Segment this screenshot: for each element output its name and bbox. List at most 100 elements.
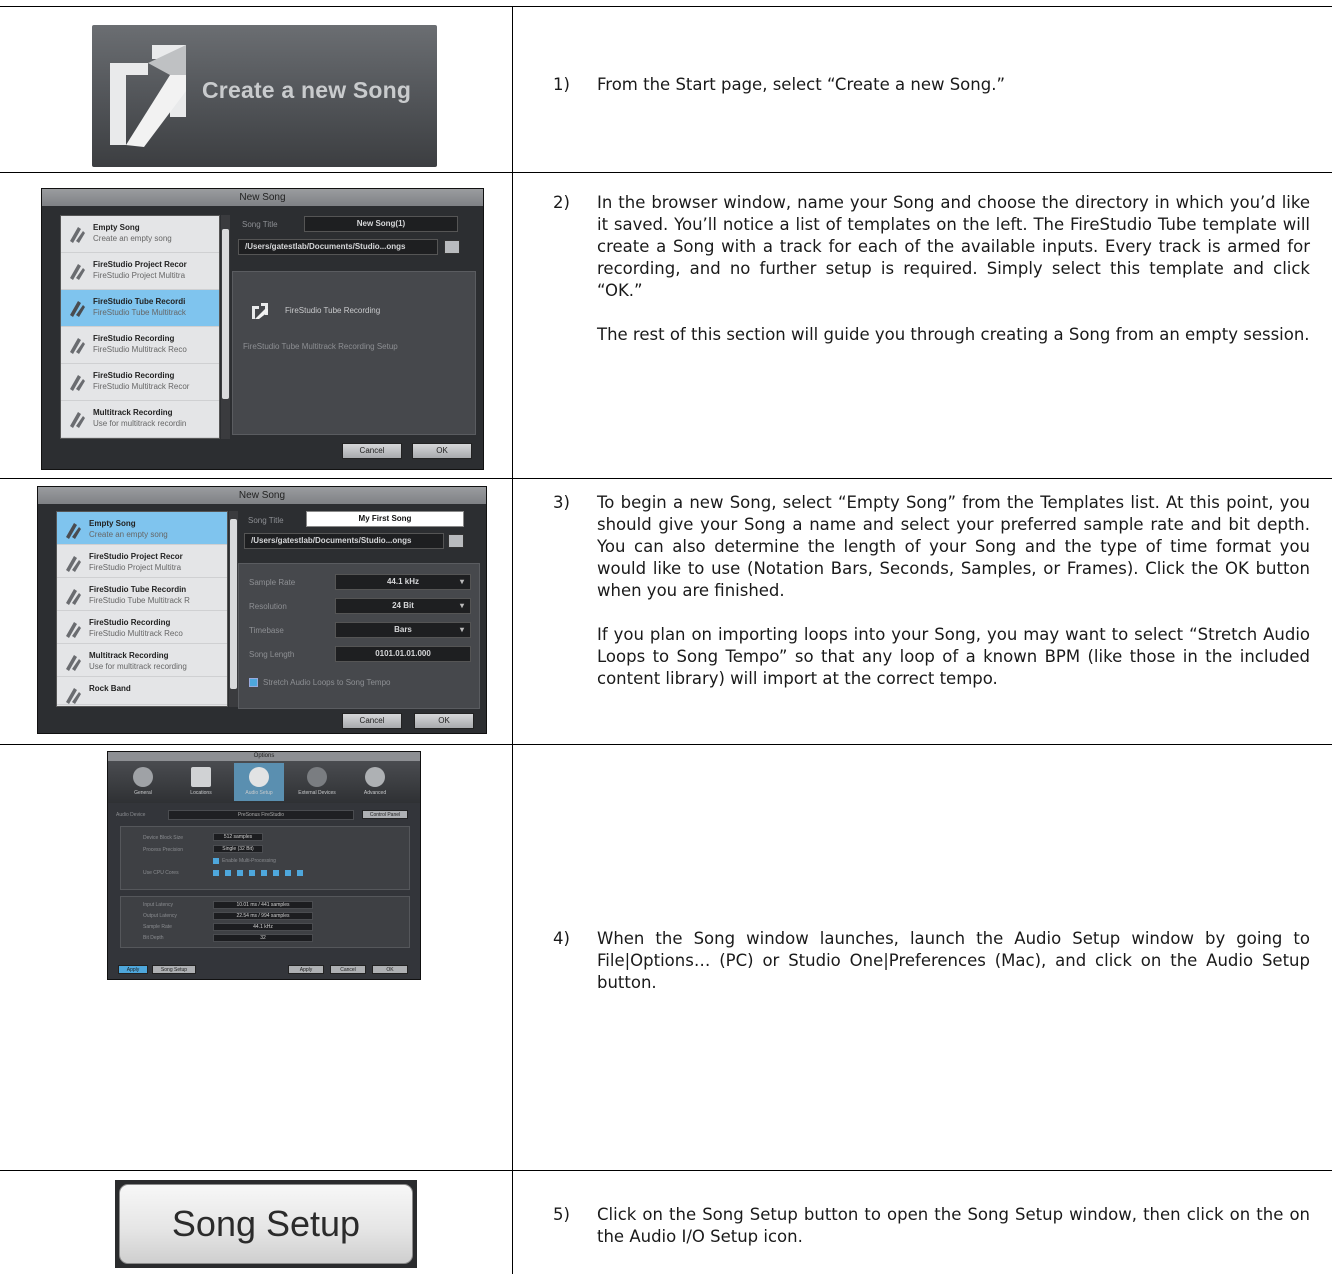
template-icon: [66, 556, 81, 572]
new-song-dialog: New Song Empty Song Create an empty song …: [37, 486, 487, 734]
template-item[interactable]: FireStudio Recording FireStudio Multitrac…: [57, 611, 227, 644]
table-row: Options General Locations Audio Setup Ex…: [0, 744, 1332, 1170]
song-settings-panel: Sample Rate 44.1 kHz ▾ Resolution 24 Bit ▾…: [238, 563, 480, 709]
template-list: Empty Song Create an empty song FireStudi…: [56, 511, 228, 707]
template-icon: [70, 375, 85, 391]
device-select[interactable]: PreSonus FireStudio: [168, 810, 354, 820]
template-description: FireStudio Tube Multitrack Recording Set…: [243, 342, 398, 351]
cpu-core-checkbox[interactable]: [273, 870, 279, 876]
device-icon: [307, 767, 327, 787]
template-item[interactable]: FireStudio Recording FireStudio Multitrac…: [61, 327, 219, 364]
step-number: 3): [553, 493, 570, 512]
list-scrollbar[interactable]: [229, 511, 238, 707]
song-setup-label: Song Setup: [171, 1203, 361, 1244]
step-paragraph: When the Song window launches, launch th…: [597, 929, 1310, 992]
template-item-selected[interactable]: Empty Song Create an empty song: [57, 512, 227, 545]
browse-button[interactable]: [448, 534, 464, 548]
cpu-core-checkbox[interactable]: [297, 870, 303, 876]
locations-tab[interactable]: Locations: [176, 763, 226, 801]
stretch-checkbox[interactable]: [249, 678, 258, 687]
device-label: Audio Device: [116, 812, 146, 818]
step-number: 4): [553, 929, 570, 948]
speaker-icon: [249, 767, 269, 787]
song-setup-small-button[interactable]: Song Setup: [152, 965, 196, 974]
latency-section: Input Latency 10.01 ms / 441 samples Out…: [120, 896, 410, 948]
template-item[interactable]: Multitrack Recording Use for multitrack r…: [57, 644, 227, 677]
song-title-input[interactable]: New Song(1): [304, 216, 458, 232]
song-title-label: Song Title: [242, 220, 278, 229]
chevron-down-icon: ▾: [459, 625, 464, 634]
step-number: 5): [553, 1205, 570, 1224]
step-text: 1) From the Start page, select “Create a…: [553, 74, 1310, 96]
gauge-icon: [133, 767, 153, 787]
template-icon: [66, 655, 81, 671]
path-field[interactable]: /Users/gatestlab/Documents/Studio...ongs: [244, 533, 444, 549]
template-item[interactable]: FireStudio Project Recor FireStudio Proje…: [57, 545, 227, 578]
ok-button[interactable]: OK: [414, 713, 474, 729]
song-length-label: Song Length: [249, 650, 295, 659]
stretch-label: Stretch Audio Loops to Song Tempo: [263, 678, 391, 687]
browse-button[interactable]: [444, 240, 460, 254]
template-icon: [66, 589, 81, 605]
template-item[interactable]: FireStudio Tube Recordin FireStudio Tube …: [57, 578, 227, 611]
table-row: New Song Empty Song Create an empty song …: [0, 172, 1332, 478]
document-page: Create a new Song 1) From the Start page…: [0, 0, 1332, 1274]
step-paragraph: Click on the Song Setup button to open t…: [597, 1205, 1310, 1246]
cancel-button[interactable]: Cancel: [342, 443, 402, 459]
studio-one-icon: [252, 303, 268, 319]
cancel-button[interactable]: Cancel: [330, 965, 366, 974]
cpu-core-checkbox[interactable]: [261, 870, 267, 876]
apply-button[interactable]: Apply: [288, 965, 324, 974]
cpu-core-checkbox[interactable]: [225, 870, 231, 876]
image-cell: New Song Empty Song Create an empty song …: [0, 172, 512, 478]
path-field[interactable]: /Users/gatestlab/Documents/Studio...ongs: [238, 239, 438, 255]
template-item[interactable]: FireStudio Project Recor FireStudio Proje…: [61, 253, 219, 290]
cpu-core-checkbox[interactable]: [237, 870, 243, 876]
song-length-input[interactable]: 0101.01.01.000: [335, 646, 471, 662]
song-title-input[interactable]: My First Song: [306, 511, 464, 527]
template-icon: [66, 688, 81, 704]
sample-rate-select[interactable]: 44.1 kHz ▾: [335, 574, 471, 590]
audio-setup-tab[interactable]: Audio Setup: [234, 763, 284, 801]
control-panel-button[interactable]: Control Panel: [362, 810, 408, 819]
general-tab[interactable]: General: [118, 763, 168, 801]
cpu-core-checkbox[interactable]: [249, 870, 255, 876]
resolution-label: Resolution: [249, 602, 287, 611]
apply-left-button[interactable]: Apply: [118, 965, 148, 974]
song-setup-button[interactable]: Song Setup: [119, 1184, 413, 1264]
ok-button[interactable]: OK: [372, 965, 408, 974]
list-scrollbar[interactable]: [221, 215, 230, 439]
block-size-select[interactable]: 512 samples: [213, 833, 263, 841]
template-icon: [66, 622, 81, 638]
scrollbar-thumb[interactable]: [222, 229, 229, 399]
template-info-panel: FireStudio Tube Recording FireStudio Tub…: [232, 271, 476, 435]
chevron-down-icon: ▾: [459, 601, 464, 610]
options-title: Options: [108, 752, 420, 761]
advanced-tab[interactable]: Advanced: [350, 763, 400, 801]
template-icon: [70, 301, 85, 317]
cpu-core-checkbox[interactable]: [213, 870, 219, 876]
advanced-icon: [365, 767, 385, 787]
ok-button[interactable]: OK: [412, 443, 472, 459]
create-new-song-banner[interactable]: Create a new Song: [92, 25, 437, 167]
cpu-core-checkbox[interactable]: [285, 870, 291, 876]
external-devices-tab[interactable]: External Devices: [292, 763, 342, 801]
resolution-select[interactable]: 24 Bit ▾: [335, 598, 471, 614]
new-song-dialog: New Song Empty Song Create an empty song …: [41, 188, 484, 470]
timebase-select[interactable]: Bars ▾: [335, 622, 471, 638]
template-item-selected[interactable]: FireStudio Tube Recordi FireStudio Tube M…: [61, 290, 219, 327]
template-item[interactable]: Rock Band: [57, 677, 227, 705]
scrollbar-thumb[interactable]: [230, 519, 237, 689]
template-list: Empty Song Create an empty song FireStudi…: [60, 215, 220, 439]
template-item[interactable]: FireStudio Recording FireStudio Multitrac…: [61, 364, 219, 401]
multi-processing-checkbox[interactable]: [213, 858, 219, 864]
precision-select[interactable]: Single (32 Bit): [213, 845, 263, 853]
step-text: 3) To begin a new Song, select “Empty So…: [553, 492, 1310, 690]
cancel-button[interactable]: Cancel: [342, 713, 402, 729]
studio-one-logo: [110, 45, 186, 147]
song-setup-frame: Song Setup: [115, 1180, 417, 1268]
step-paragraph: The rest of this section will guide you …: [597, 325, 1310, 344]
step-paragraph: To begin a new Song, select “Empty Song”…: [597, 493, 1310, 600]
template-item[interactable]: Empty Song Create an empty song: [61, 216, 219, 253]
template-item[interactable]: Multitrack Recording Use for multitrack r…: [61, 401, 219, 438]
